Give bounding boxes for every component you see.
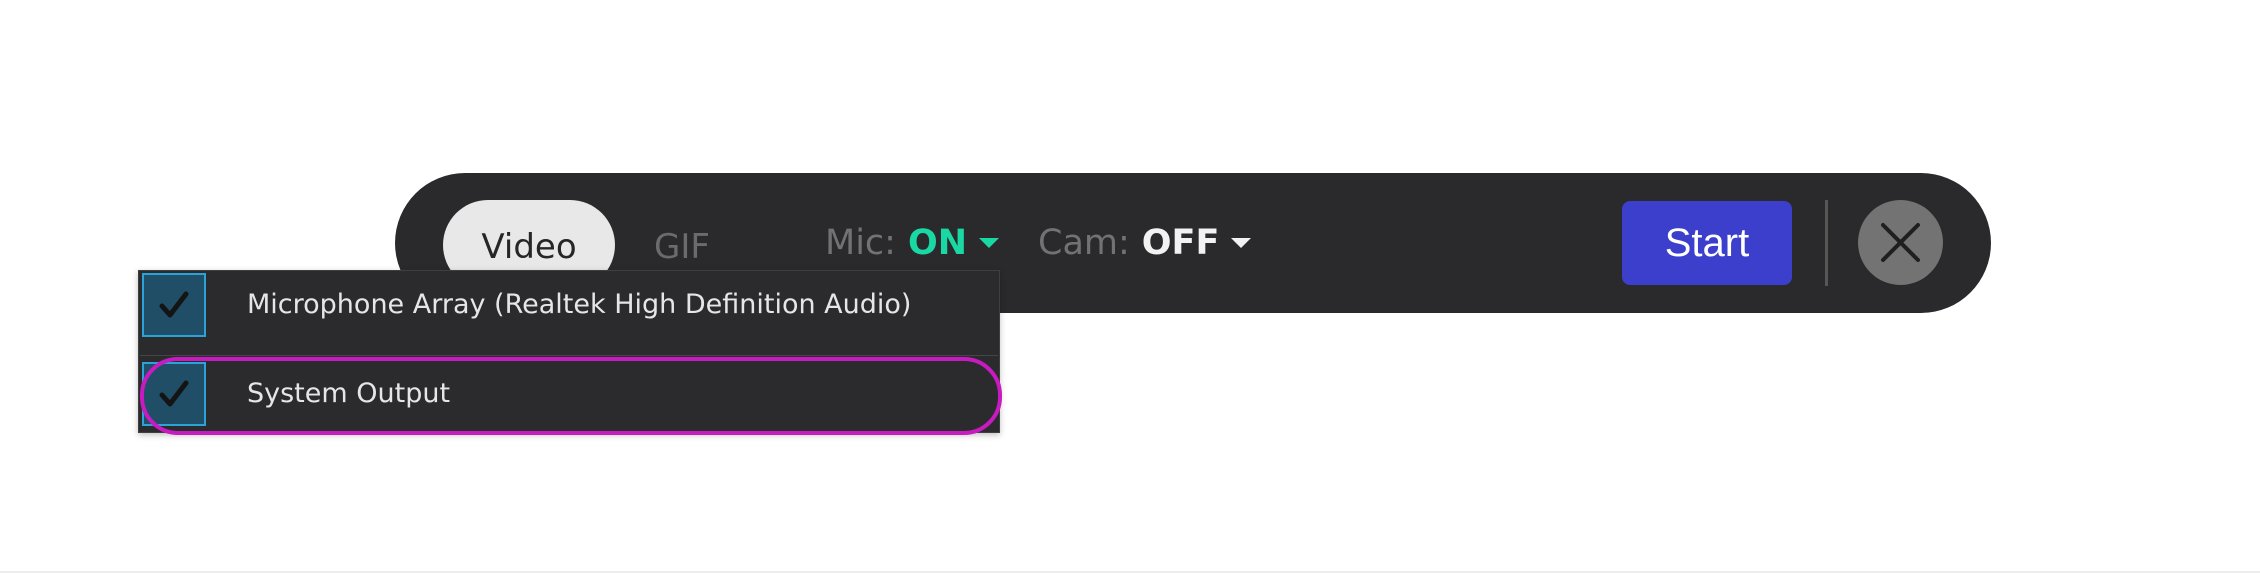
system-output-label: System Output bbox=[247, 378, 451, 409]
mic-state: ON bbox=[907, 223, 968, 263]
mic-toggle[interactable]: Mic: ON bbox=[825, 222, 1000, 264]
checkmark-icon bbox=[159, 291, 189, 318]
cam-caret-down-icon[interactable] bbox=[1231, 238, 1252, 248]
mode-video-tab[interactable]: Video bbox=[443, 227, 615, 267]
microphone-array-label: Microphone Array (Realtek High Definitio… bbox=[247, 289, 912, 320]
dropdown-item-system-output[interactable]: System Output bbox=[140, 360, 998, 434]
screen: Video GIF Mic: ON Cam: OFF Start Microph… bbox=[0, 0, 2260, 575]
toolbar-divider bbox=[1825, 200, 1828, 286]
dropdown-separator bbox=[140, 355, 998, 356]
system-output-checkbox[interactable] bbox=[142, 362, 206, 426]
close-button[interactable] bbox=[1858, 200, 1943, 285]
mode-gif-tab[interactable]: GIF bbox=[654, 227, 710, 267]
bottom-border bbox=[0, 571, 2260, 573]
close-x-icon bbox=[1881, 223, 1920, 262]
mic-label: Mic: bbox=[825, 223, 896, 263]
mic-caret-down-icon[interactable] bbox=[979, 238, 1000, 248]
cam-label: Cam: bbox=[1038, 223, 1130, 263]
microphone-array-checkbox[interactable] bbox=[142, 273, 206, 337]
cam-toggle[interactable]: Cam: OFF bbox=[1038, 222, 1252, 264]
dropdown-item-microphone-array[interactable]: Microphone Array (Realtek High Definitio… bbox=[140, 271, 998, 345]
cam-state: OFF bbox=[1141, 223, 1220, 263]
checkmark-icon bbox=[159, 380, 189, 407]
start-button[interactable]: Start bbox=[1622, 201, 1792, 285]
